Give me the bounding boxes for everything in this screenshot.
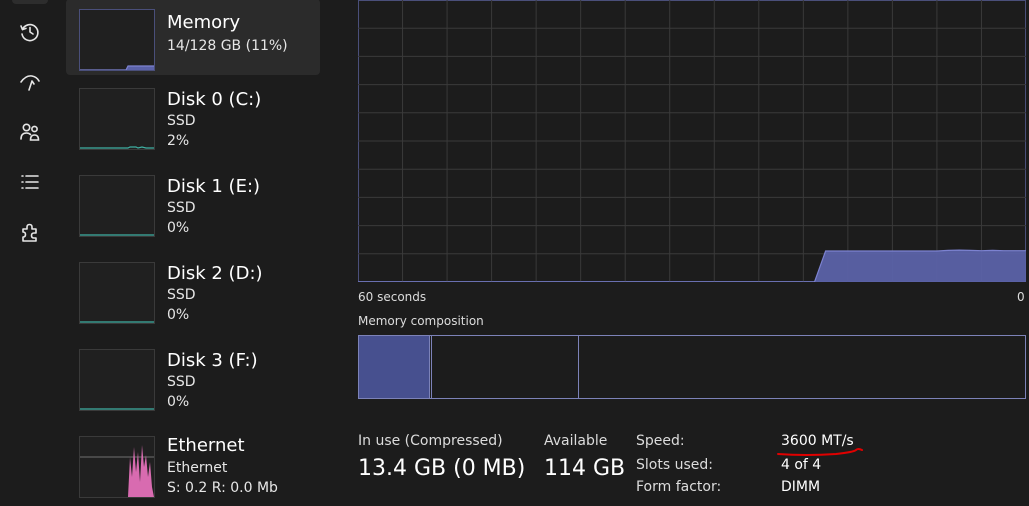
memory-composition-bar xyxy=(358,335,1026,399)
sidebar-item-disk1[interactable]: Disk 1 (E:) SSD 0% xyxy=(66,169,320,245)
disk3-thumbnail xyxy=(79,349,155,411)
rail-top-indicator xyxy=(12,0,48,4)
slots-used-label: Slots used: xyxy=(636,457,713,473)
slots-used-value: 4 of 4 xyxy=(781,457,822,473)
users-icon[interactable] xyxy=(18,120,42,144)
composition-free-segment[interactable] xyxy=(579,336,1025,398)
composition-standby-segment[interactable] xyxy=(432,336,579,398)
history-icon[interactable] xyxy=(18,20,42,44)
details-list-icon[interactable] xyxy=(18,170,42,194)
available-value: 114 GB xyxy=(544,456,626,481)
speed-label: Speed: xyxy=(636,433,685,449)
startup-apps-icon[interactable] xyxy=(18,70,42,94)
disk2-thumbnail xyxy=(79,262,155,324)
sidebar-item-usage: 0% xyxy=(167,394,190,410)
sidebar-item-title: Disk 0 (C:) xyxy=(167,89,262,110)
sidebar-item-detail: 14/128 GB (11%) xyxy=(167,38,288,54)
form-factor-label: Form factor: xyxy=(636,479,722,495)
sidebar-item-usage: 2% xyxy=(167,133,190,149)
composition-in-use-segment[interactable] xyxy=(359,336,430,398)
memory-detail-panel: 60 seconds 0 Memory composition In use (… xyxy=(335,0,1029,495)
form-factor-value: DIMM xyxy=(781,479,821,495)
sidebar-item-title: Disk 1 (E:) xyxy=(167,176,261,197)
sidebar-item-disk2[interactable]: Disk 2 (D:) SSD 0% xyxy=(66,256,320,332)
services-icon[interactable] xyxy=(18,221,42,245)
sidebar-item-type: Ethernet xyxy=(167,460,228,476)
sidebar-item-usage: 0% xyxy=(167,307,190,323)
sidebar-item-disk0[interactable]: Disk 0 (C:) SSD 2% xyxy=(66,82,320,158)
sidebar-item-type: SSD xyxy=(167,200,196,216)
sidebar-item-memory[interactable]: Memory 14/128 GB (11%) xyxy=(66,0,320,75)
sidebar-item-type: SSD xyxy=(167,113,196,129)
navigation-rail xyxy=(0,0,60,485)
available-label: Available xyxy=(544,433,608,449)
memory-thumbnail xyxy=(79,9,155,71)
in-use-label: In use (Compressed) xyxy=(358,433,503,449)
sidebar-item-title: Disk 2 (D:) xyxy=(167,263,263,284)
sidebar-item-disk3[interactable]: Disk 3 (F:) SSD 0% xyxy=(66,343,320,419)
sidebar-item-usage: 0% xyxy=(167,220,190,236)
graph-time-start-label: 60 seconds xyxy=(358,290,427,304)
disk0-thumbnail xyxy=(79,88,155,150)
sidebar-item-throughput: S: 0.2 R: 0.0 Mb xyxy=(167,480,278,496)
memory-usage-graph xyxy=(358,0,1026,282)
disk1-thumbnail xyxy=(79,175,155,237)
ethernet-thumbnail xyxy=(79,436,155,498)
sidebar-item-ethernet[interactable]: Ethernet Ethernet S: 0.2 R: 0.0 Mb xyxy=(66,430,320,506)
sidebar-item-title: Disk 3 (F:) xyxy=(167,350,258,371)
sidebar-item-title: Ethernet xyxy=(167,435,245,456)
sidebar-item-type: SSD xyxy=(167,287,196,303)
performance-sidebar: Memory 14/128 GB (11%) Disk 0 (C:) SSD 2… xyxy=(60,0,335,498)
in-use-value: 13.4 GB (0 MB) xyxy=(358,456,526,481)
sidebar-item-title: Memory xyxy=(167,12,241,33)
memory-composition-label: Memory composition xyxy=(358,314,484,328)
graph-time-end-label: 0 xyxy=(1017,290,1025,304)
sidebar-item-type: SSD xyxy=(167,374,196,390)
